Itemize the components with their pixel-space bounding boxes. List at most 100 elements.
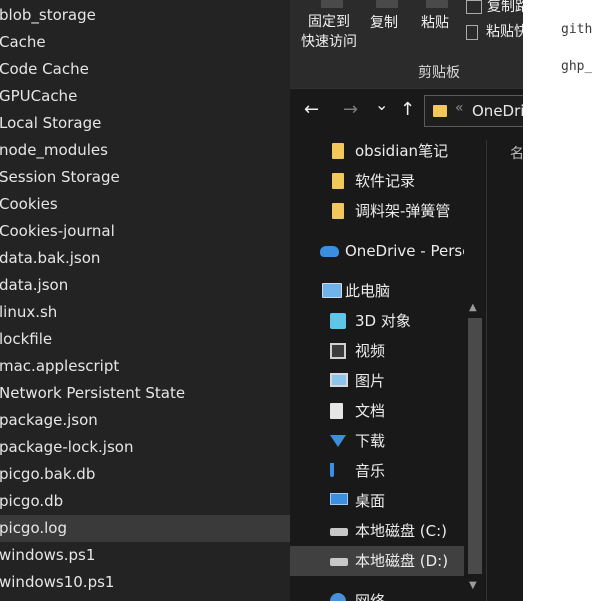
file-list-item[interactable]: Network Persistent State bbox=[0, 380, 290, 407]
document-pane: gith ghp_ bbox=[523, 0, 592, 601]
file-name: data.json bbox=[0, 276, 69, 294]
nav-item[interactable]: 文档 bbox=[290, 396, 465, 426]
file-list-item[interactable]: Session Storage bbox=[0, 164, 290, 191]
cube-icon bbox=[330, 313, 346, 329]
file-name: picgo.db bbox=[0, 492, 64, 510]
file-name: windows.ps1 bbox=[0, 546, 96, 564]
copy-button[interactable]: 复制 bbox=[370, 12, 398, 32]
file-list-item[interactable]: GPUCache bbox=[0, 83, 290, 110]
nav-item[interactable]: OneDrive - Perso bbox=[290, 236, 471, 266]
nav-item[interactable]: 软件记录 bbox=[290, 166, 465, 196]
paste-button[interactable]: 粘贴 bbox=[421, 12, 449, 32]
file-list-item[interactable]: package-lock.json bbox=[0, 434, 290, 461]
paste-label: 粘贴 bbox=[421, 15, 449, 31]
file-list-item[interactable]: data.json bbox=[0, 272, 290, 299]
column-divider bbox=[486, 140, 487, 601]
file-name: Local Storage bbox=[0, 114, 102, 132]
nav-item-label: 文档 bbox=[355, 402, 386, 420]
address-input[interactable]: « OneDrive bbox=[424, 95, 523, 127]
pin-quick-access-button[interactable]: 固定到 快速访问 bbox=[298, 12, 360, 52]
computer-icon bbox=[322, 283, 342, 298]
breadcrumb-onedrive[interactable]: OneDrive bbox=[472, 102, 523, 120]
forward-icon[interactable]: → bbox=[343, 99, 358, 120]
file-name: Cookies bbox=[0, 195, 58, 213]
nav-item[interactable]: 网络 bbox=[290, 586, 465, 601]
nav-item[interactable]: 3D 对象 bbox=[290, 306, 465, 336]
pin-label-line1: 固定到 bbox=[308, 14, 350, 30]
file-list-item[interactable]: Cookies bbox=[0, 191, 290, 218]
up-icon[interactable]: ↑ bbox=[400, 99, 415, 120]
clipboard-icon bbox=[321, 0, 343, 8]
file-explorer-window: 固定到 快速访问 复制 粘贴 复制路 粘贴快 剪贴板 ← → ⌄ ↑ « One… bbox=[290, 0, 523, 601]
copy-label: 复制 bbox=[370, 15, 398, 31]
file-list-item[interactable]: package.json bbox=[0, 407, 290, 434]
music-icon bbox=[330, 463, 334, 477]
nav-item-label: 图片 bbox=[355, 372, 386, 390]
file-list-item[interactable]: data.bak.json bbox=[0, 245, 290, 272]
file-name: blob_storage bbox=[0, 6, 96, 24]
file-list-item[interactable]: windows10.ps1 bbox=[0, 569, 290, 596]
file-list-item[interactable]: Code Cache bbox=[0, 56, 290, 83]
drive-icon bbox=[330, 528, 348, 536]
network-icon bbox=[330, 593, 346, 601]
cloud-icon bbox=[320, 246, 339, 257]
file-name: Cookies-journal bbox=[0, 222, 115, 240]
nav-item[interactable]: 调料架-弹簧管 bbox=[290, 196, 465, 226]
breadcrumb-separator: « bbox=[455, 100, 464, 116]
file-list-item[interactable]: Cookies-journal bbox=[0, 218, 290, 245]
nav-item-label: 网络 bbox=[355, 592, 386, 601]
file-name: Code Cache bbox=[0, 60, 89, 78]
column-header-name[interactable]: 名 bbox=[510, 143, 523, 163]
file-name: picgo.bak.db bbox=[0, 465, 96, 483]
nav-item-label: 调料架-弹簧管 bbox=[355, 202, 451, 220]
doc-line-2: ghp_ bbox=[561, 59, 592, 74]
chevron-down-icon[interactable]: ⌄ bbox=[375, 95, 388, 114]
nav-item-label: 软件记录 bbox=[355, 172, 416, 190]
back-icon[interactable]: ← bbox=[304, 99, 319, 120]
copy-icon bbox=[376, 0, 398, 8]
nav-item-label: 本地磁盘 (D:) bbox=[355, 552, 449, 570]
paste-shortcut-label: 粘贴快 bbox=[486, 24, 523, 40]
file-name: linux.sh bbox=[0, 303, 58, 321]
file-name: GPUCache bbox=[0, 87, 78, 105]
copy-path-icon bbox=[466, 0, 482, 14]
folder-icon bbox=[433, 105, 447, 117]
file-list-item[interactable]: windows.ps1 bbox=[0, 542, 290, 569]
clipboard-group-label: 剪贴板 bbox=[418, 65, 460, 81]
file-list-item[interactable]: picgo.log bbox=[0, 515, 290, 542]
nav-item[interactable]: 此电脑 bbox=[290, 276, 465, 306]
file-list-item[interactable]: picgo.db bbox=[0, 488, 290, 515]
pin-label-line2: 快速访问 bbox=[301, 34, 357, 50]
file-name: node_modules bbox=[0, 141, 108, 159]
file-list-item[interactable]: node_modules bbox=[0, 137, 290, 164]
document-icon bbox=[330, 403, 343, 419]
paste-shortcut-button[interactable]: 粘贴快 bbox=[466, 21, 523, 41]
nav-item[interactable]: obsidian笔记 bbox=[290, 136, 465, 166]
file-name: windows10.ps1 bbox=[0, 573, 115, 591]
scroll-thumb[interactable] bbox=[468, 318, 482, 574]
copy-path-button[interactable]: 复制路 bbox=[466, 0, 523, 16]
file-list-item[interactable]: Cache bbox=[0, 29, 290, 56]
navigation-pane: obsidian笔记软件记录调料架-弹簧管 OneDrive - Perso 此电脑… bbox=[290, 132, 523, 601]
nav-item-label: 桌面 bbox=[355, 492, 386, 510]
file-list-item[interactable]: Local Storage bbox=[0, 110, 290, 137]
nav-item-label: 本地磁盘 (C:) bbox=[355, 522, 447, 540]
file-list-item[interactable]: lockfile bbox=[0, 326, 290, 353]
scroll-down-arrow-icon[interactable]: ▼ bbox=[469, 580, 477, 591]
nav-item[interactable]: 下载 bbox=[290, 426, 465, 456]
nav-scrollbar[interactable]: ▲ ▼ bbox=[464, 140, 486, 601]
nav-item[interactable]: 桌面 bbox=[290, 486, 465, 516]
file-name: package-lock.json bbox=[0, 438, 134, 456]
nav-item[interactable]: 音乐 bbox=[290, 456, 465, 486]
file-list-item[interactable]: linux.sh bbox=[0, 299, 290, 326]
file-list-item[interactable]: picgo.bak.db bbox=[0, 461, 290, 488]
file-list-item[interactable]: mac.applescript bbox=[0, 353, 290, 380]
file-name: package.json bbox=[0, 411, 98, 429]
nav-item[interactable]: 本地磁盘 (C:) bbox=[290, 516, 465, 546]
nav-item[interactable]: 本地磁盘 (D:) bbox=[290, 546, 465, 576]
nav-item[interactable]: 图片 bbox=[290, 366, 465, 396]
scroll-up-arrow-icon[interactable]: ▲ bbox=[469, 302, 477, 313]
file-name: mac.applescript bbox=[0, 357, 120, 375]
nav-item[interactable]: 视频 bbox=[290, 336, 465, 366]
file-list-item[interactable]: blob_storage bbox=[0, 2, 290, 29]
